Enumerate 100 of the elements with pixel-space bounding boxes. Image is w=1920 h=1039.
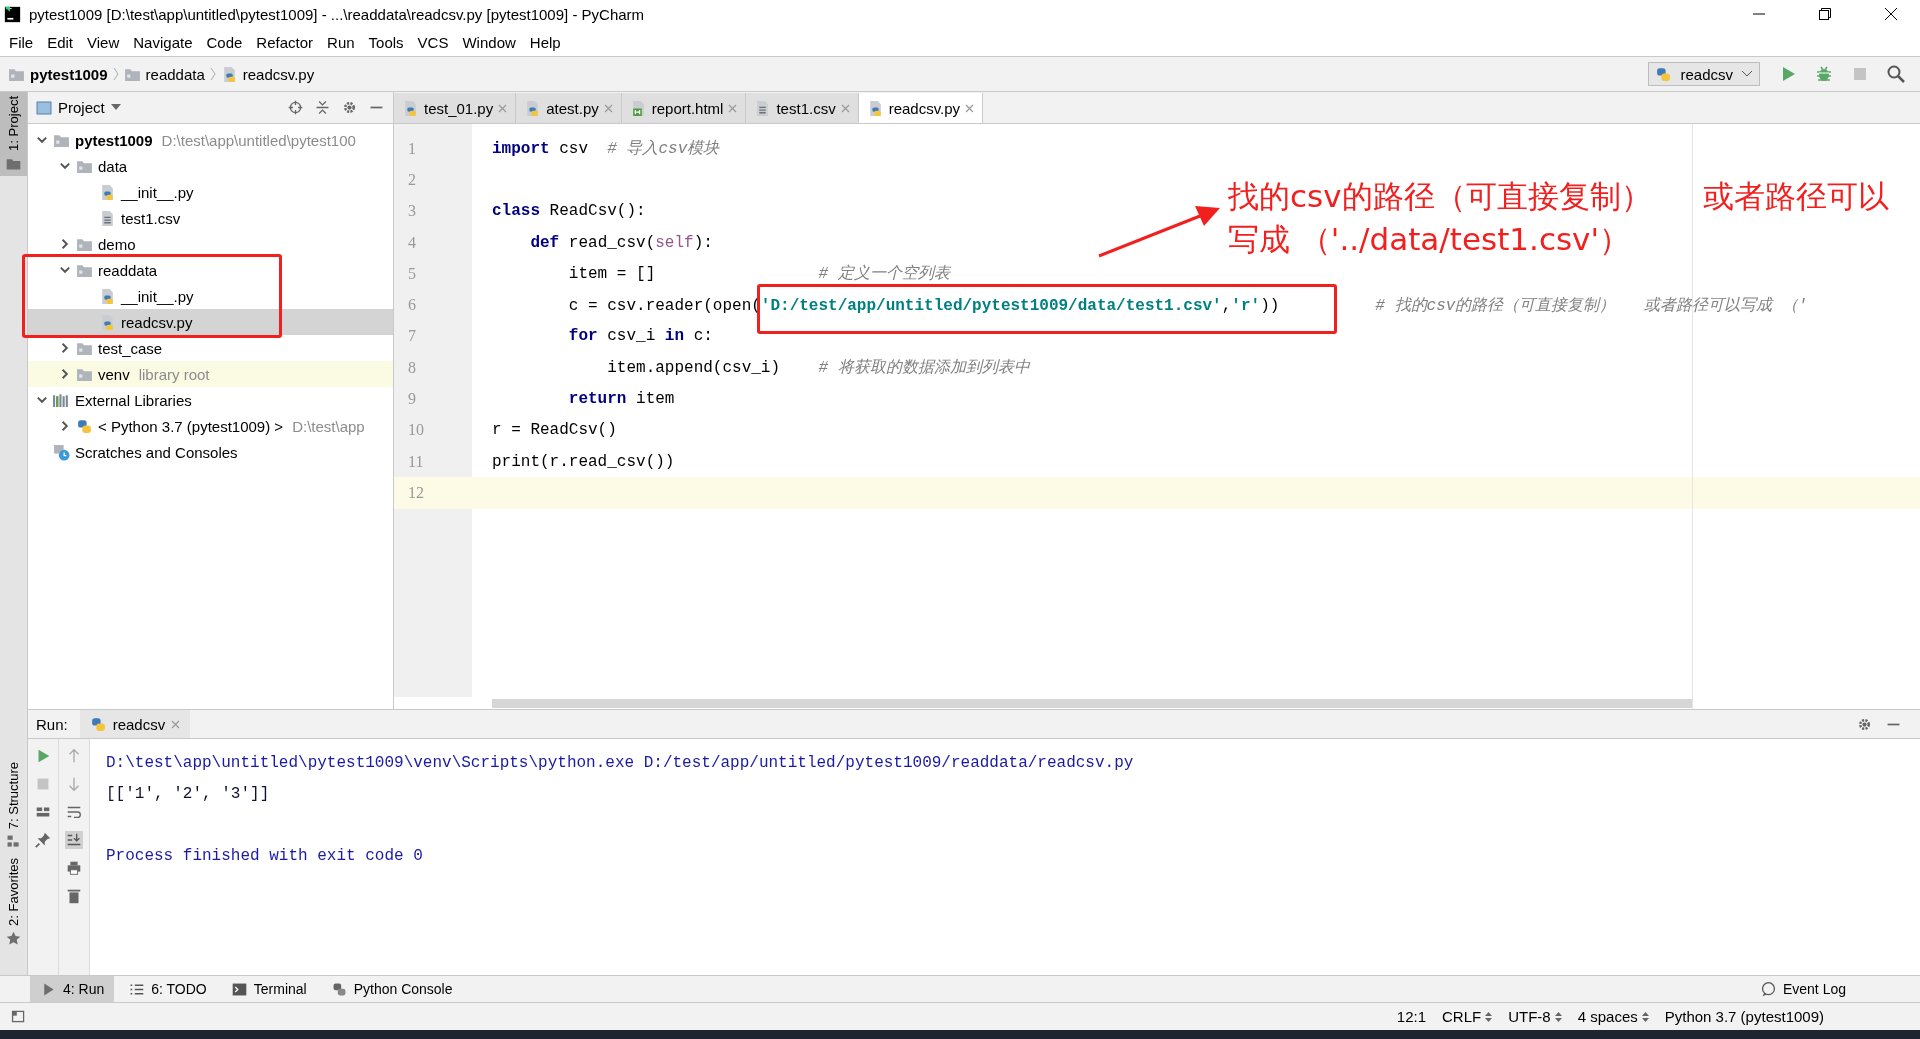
chevron-down-icon[interactable] — [36, 134, 48, 146]
chevron-right-icon[interactable] — [59, 342, 71, 354]
code-line: def read_csv(self): — [529, 233, 713, 252]
chevron-right-icon[interactable] — [59, 420, 71, 432]
tool-window-tab[interactable]: Terminal — [220, 976, 317, 1002]
editor-tab[interactable]: readcsv.py — [858, 93, 984, 123]
annotation-text: 写成 （'../data/test1.csv'） — [1228, 220, 1630, 259]
chevron-down-icon[interactable] — [59, 264, 71, 276]
trash-icon[interactable] — [65, 887, 83, 905]
close-icon — [1884, 7, 1898, 21]
chevron-right-icon[interactable] — [59, 368, 71, 380]
line-number: 6 — [407, 295, 417, 316]
up-down-icon — [1554, 1010, 1562, 1023]
python-icon — [1655, 65, 1673, 83]
print-icon[interactable] — [65, 859, 83, 877]
locate-icon[interactable] — [287, 99, 304, 116]
tree-item[interactable]: readdata — [28, 257, 393, 283]
code-line: c = csv.reader(open('D:/test/app/untitled/pytest1009/data/test1.csv','r')) # 找的csv的路径（可直接复制） 或者路径可以写成 （' — [567, 295, 1808, 316]
chevron-down-icon[interactable] — [36, 394, 48, 406]
status-item[interactable]: 12:1 — [1396, 1008, 1426, 1025]
run-configuration-dropdown[interactable]: readcsv — [1648, 62, 1760, 86]
run-tab[interactable]: readcsv — [79, 710, 191, 738]
menu-item[interactable]: View — [80, 33, 127, 51]
status-item[interactable]: 4 spaces — [1577, 1008, 1649, 1025]
scrollbar[interactable] — [492, 698, 1692, 708]
menu-item[interactable]: Tools — [361, 33, 411, 51]
status-item[interactable]: UTF-8 — [1508, 1008, 1562, 1025]
code-line: import csv # 导入csv模块 — [492, 139, 720, 160]
tool-window-tab[interactable]: 2: Favorites — [0, 854, 27, 951]
tree-item[interactable]: < Python 3.7 (pytest1009) > D:\test\app — [28, 413, 393, 439]
text-file-icon — [99, 209, 116, 227]
status-item[interactable]: Python 3.7 (pytest1009) — [1664, 1008, 1824, 1025]
tool-window-tab[interactable]: 6: TODO — [118, 976, 217, 1002]
menu-item[interactable]: Window — [455, 33, 523, 51]
python-file-icon — [99, 313, 116, 331]
editor-tab[interactable]: test1.csv — [746, 93, 859, 123]
tool-window-tab[interactable]: 1: Project — [0, 92, 27, 176]
caret-icon — [110, 104, 121, 111]
breadcrumb[interactable]: readdata — [123, 65, 205, 83]
breadcrumb[interactable]: pytest1009 — [8, 65, 108, 83]
code-line: for csv_i in c: — [567, 327, 713, 346]
python-file-icon — [99, 183, 116, 201]
console-line: Process finished with exit code 0 — [106, 845, 424, 867]
code-line: item = [] # 定义一个空列表 — [567, 263, 950, 285]
tree-item[interactable]: pytest1009 D:\test\app\untitled\pytest100 — [28, 127, 393, 153]
breadcrumb-separator-icon — [111, 66, 120, 82]
tree-item[interactable]: data — [28, 153, 393, 179]
tree-item[interactable]: readcsv.py — [28, 309, 393, 335]
menu-item[interactable]: Refactor — [249, 33, 321, 51]
python-file-icon — [99, 287, 116, 305]
breadcrumb[interactable]: readcsv.py — [220, 65, 315, 83]
line-number: 9 — [407, 389, 417, 409]
app-logo-icon — [4, 5, 21, 23]
tree-item[interactable]: test_case — [28, 335, 393, 361]
line-number: 10 — [407, 420, 425, 441]
tree-item[interactable]: venv library root — [28, 361, 393, 387]
chevron-right-icon[interactable] — [59, 238, 71, 250]
tool-window-tab[interactable]: 7: Structure — [0, 757, 27, 855]
scratches-icon — [53, 443, 70, 461]
pin-icon[interactable] — [34, 831, 52, 849]
annotation-text: 找的csv的路径（可直接复制） — [1228, 177, 1652, 216]
menu-item[interactable]: Help — [522, 33, 568, 51]
close-icon[interactable] — [965, 103, 975, 113]
menu-item[interactable]: Run — [320, 33, 362, 51]
tree-item[interactable]: demo — [28, 231, 393, 257]
menu-item[interactable]: VCS — [410, 33, 456, 51]
up-down-icon — [1485, 1010, 1493, 1023]
tool-window-tab[interactable]: 4: Run — [30, 976, 115, 1002]
star-icon — [5, 930, 22, 947]
tree-item[interactable]: test1.csv — [28, 205, 393, 231]
status-item[interactable]: CRLF — [1442, 1008, 1493, 1025]
tool-window-tab[interactable]: Python Console — [320, 976, 463, 1002]
tree-item[interactable]: External Libraries — [28, 387, 393, 413]
line-number: 11 — [407, 451, 425, 472]
event-log-button[interactable]: Event Log — [1749, 976, 1856, 1002]
up-down-icon — [1641, 1010, 1649, 1023]
tree-item[interactable]: __init__.py — [28, 179, 393, 205]
menu-item[interactable]: File — [2, 33, 41, 51]
editor-tab[interactable]: report.html — [621, 93, 747, 123]
editor-tab[interactable]: test_01.py — [394, 93, 517, 123]
panel-toggle-icon[interactable] — [10, 1008, 27, 1025]
editor-tab[interactable]: atest.py — [516, 93, 622, 123]
chevron-down-icon[interactable] — [59, 160, 71, 172]
speech-bubble-icon — [1759, 980, 1777, 998]
scroll-to-end-icon[interactable] — [65, 831, 83, 849]
tree-item[interactable]: Scratches and Consoles — [28, 439, 393, 465]
settings-icon[interactable] — [341, 99, 358, 116]
path-hint: D:\test\app — [292, 417, 365, 435]
menu-item[interactable]: Navigate — [126, 33, 200, 51]
python-icon — [89, 715, 107, 733]
console-line: [['1', '2', '3']] — [106, 783, 271, 805]
line-number: 4 — [407, 232, 417, 253]
menu-item[interactable]: Edit — [40, 33, 81, 51]
search-icon[interactable] — [1886, 64, 1906, 84]
collapse-icon[interactable] — [314, 99, 331, 116]
caret-icon — [1741, 70, 1753, 78]
menu-item[interactable]: Code — [199, 33, 250, 51]
restore-icon — [1818, 7, 1832, 21]
tree-item[interactable]: __init__.py — [28, 283, 393, 309]
debug-icon[interactable] — [1814, 64, 1834, 84]
